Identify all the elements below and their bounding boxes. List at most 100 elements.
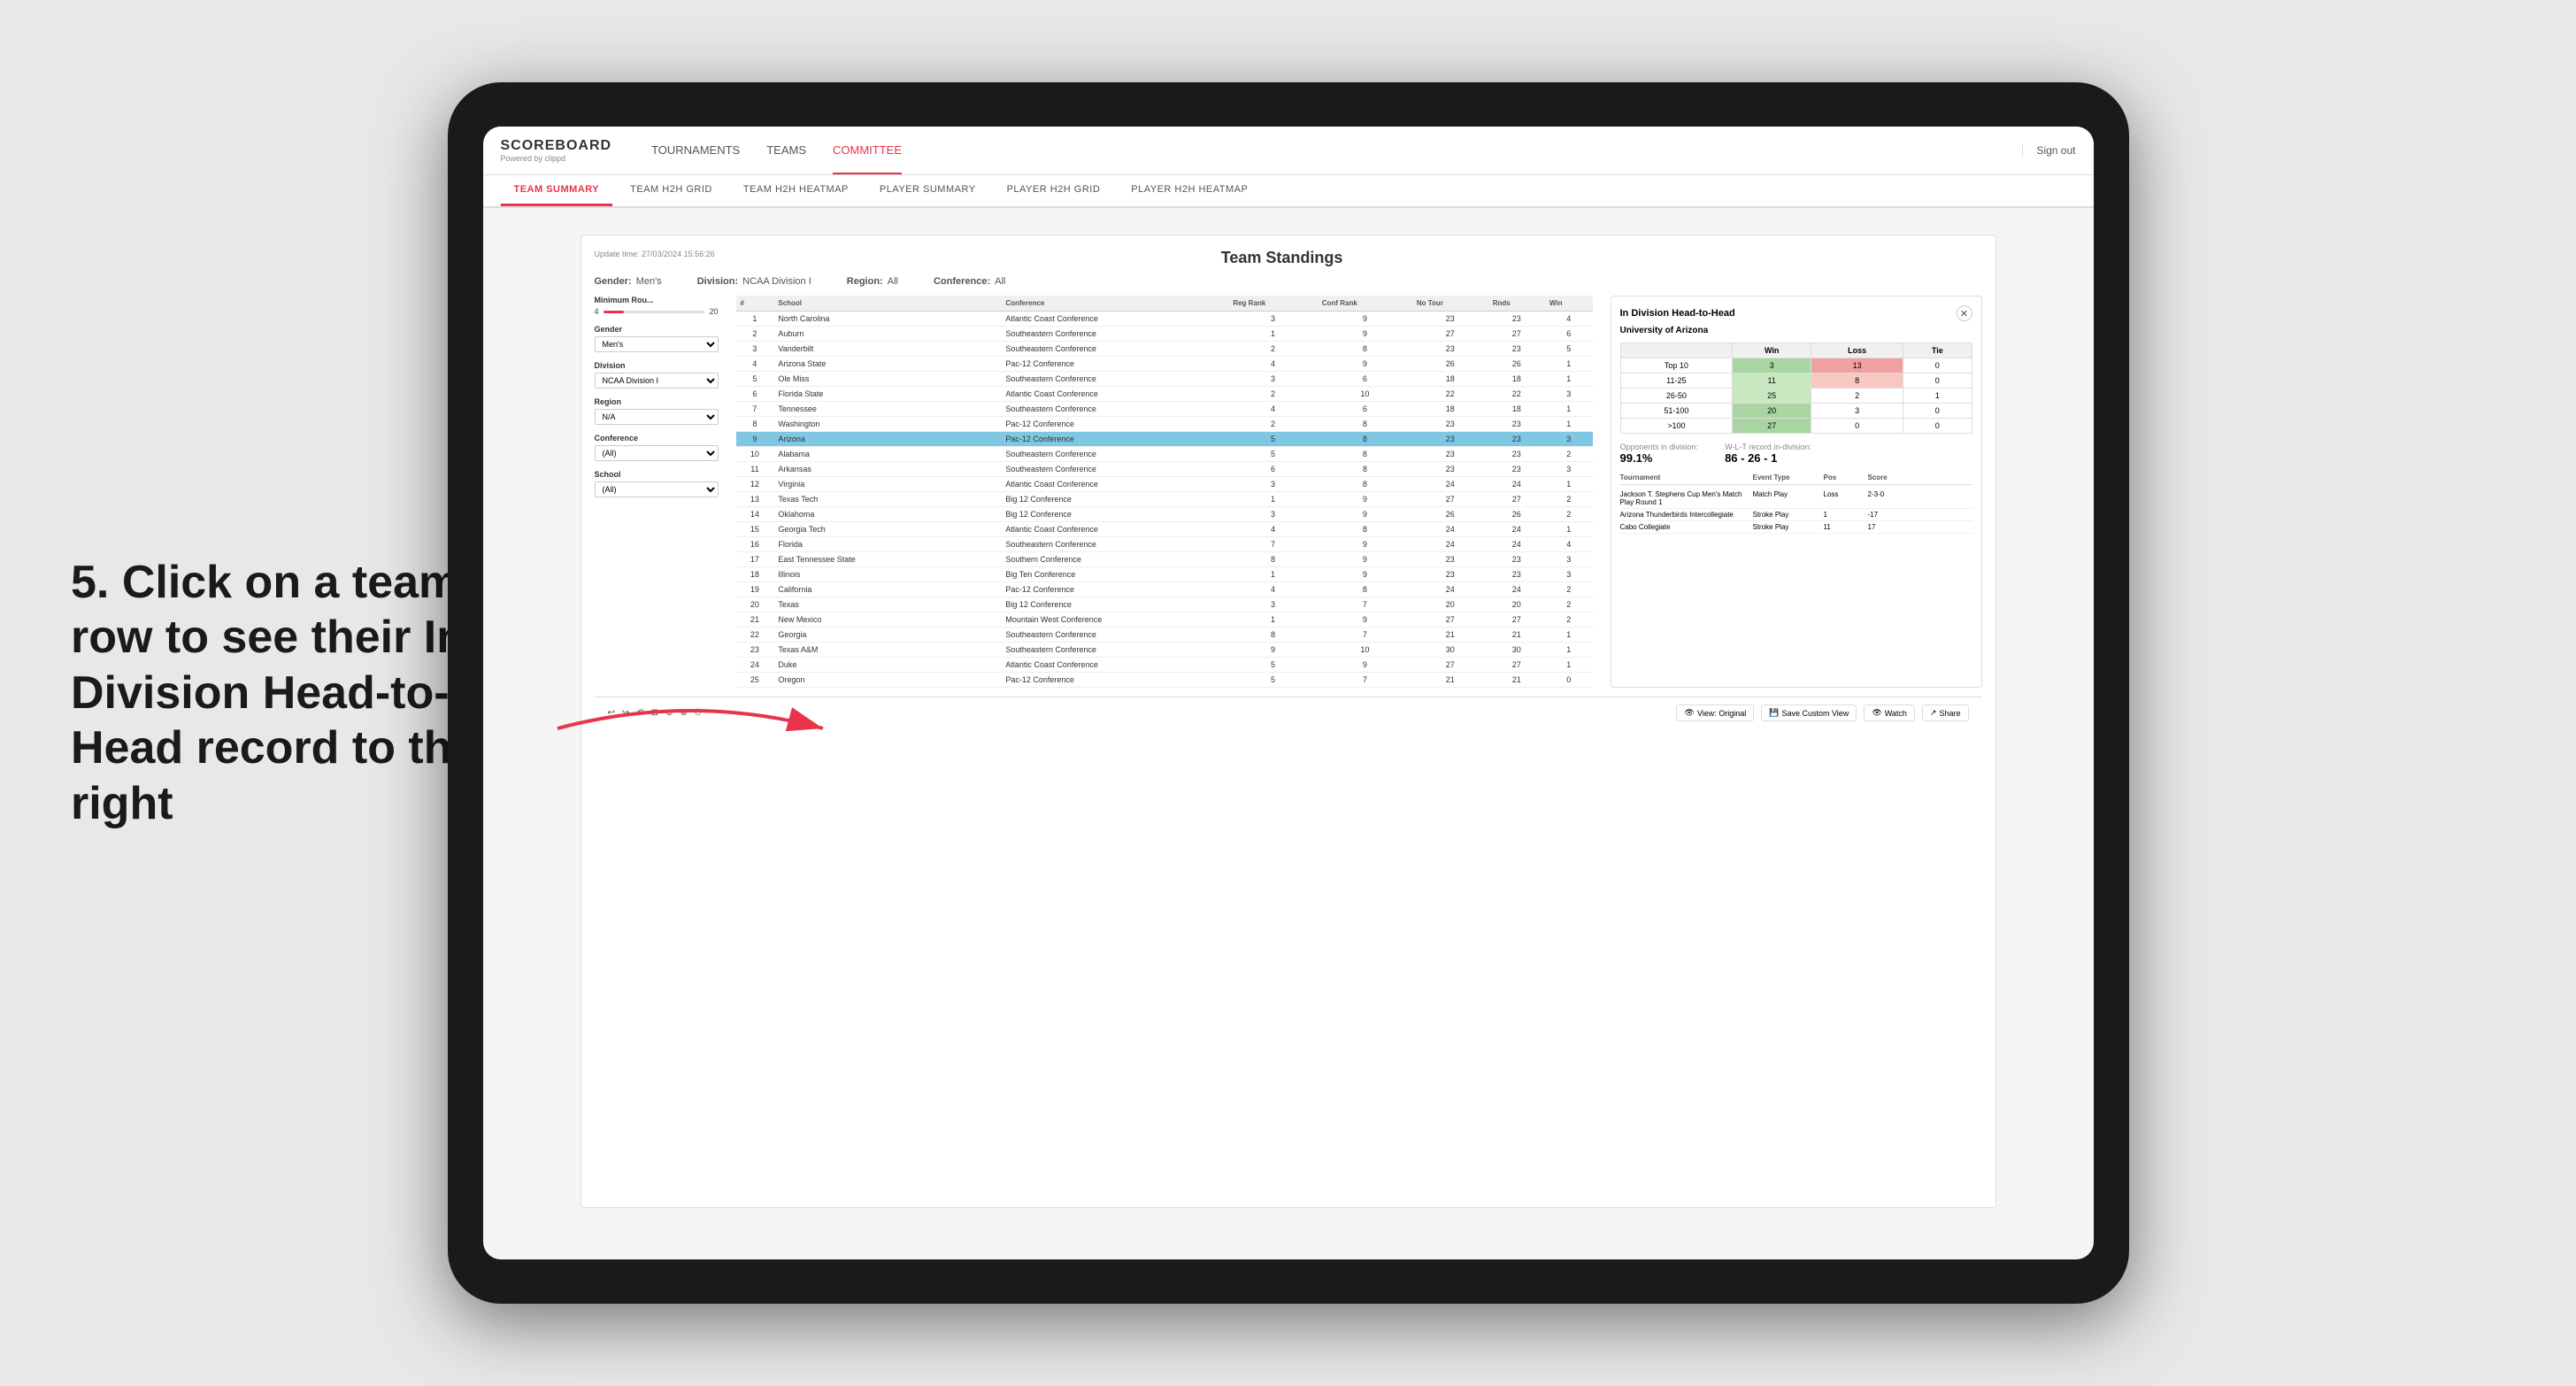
cell-conf-rank: 9 [1318, 612, 1412, 628]
cell-no-tour: 23 [1412, 462, 1488, 477]
sub-nav-team-summary[interactable]: TEAM SUMMARY [501, 175, 613, 206]
h2h-range-top10: Top 10 [1620, 358, 1733, 373]
cell-conf-rank: 10 [1318, 387, 1412, 402]
sub-nav-player-h2h-grid[interactable]: PLAYER H2H GRID [994, 175, 1114, 206]
table-row[interactable]: 11 Arkansas Southeastern Conference 6 8 … [736, 462, 1593, 477]
table-row[interactable]: 14 Oklahoma Big 12 Conference 3 9 26 26 … [736, 507, 1593, 522]
share-button[interactable]: ↗ Share [1922, 705, 1969, 721]
table-row[interactable]: 6 Florida State Atlantic Coast Conferenc… [736, 387, 1593, 402]
cell-conference: Mountain West Conference [1001, 612, 1228, 628]
cell-conference: Big 12 Conference [1001, 507, 1228, 522]
cell-no-tour: 18 [1412, 402, 1488, 417]
toolbar-icon3[interactable]: ⊗ [680, 708, 687, 718]
cell-win: 2 [1545, 492, 1593, 507]
table-row[interactable]: 21 New Mexico Mountain West Conference 1… [736, 612, 1593, 628]
table-row[interactable]: 8 Washington Pac-12 Conference 2 8 23 23… [736, 417, 1593, 432]
view-original-button[interactable]: 👁 View: Original [1676, 705, 1754, 721]
cell-conference: Big 12 Conference [1001, 492, 1228, 507]
sub-nav-team-h2h-grid[interactable]: TEAM H2H GRID [617, 175, 726, 206]
cell-rnds: 21 [1488, 628, 1545, 643]
toolbar-step-back[interactable]: ⟲ [636, 708, 643, 718]
nav-link-teams[interactable]: TEAMS [766, 127, 806, 174]
table-row[interactable]: 25 Oregon Pac-12 Conference 5 7 21 21 0 [736, 673, 1593, 688]
table-row[interactable]: 23 Texas A&M Southeastern Conference 9 1… [736, 643, 1593, 658]
cell-rank: 3 [736, 342, 774, 357]
cell-no-tour: 27 [1412, 658, 1488, 673]
table-row[interactable]: 20 Texas Big 12 Conference 3 7 20 20 2 [736, 597, 1593, 612]
h2h-row-100plus: >100 27 0 0 [1620, 419, 1972, 434]
sub-nav-team-h2h-heatmap[interactable]: TEAM H2H HEATMAP [730, 175, 862, 206]
cell-reg-rank: 1 [1228, 327, 1317, 342]
gender-select[interactable]: Men's [595, 336, 719, 352]
division-select[interactable]: NCAA Division I [595, 373, 719, 389]
cell-rnds: 23 [1488, 312, 1545, 327]
toolbar-redo-left[interactable]: ↪ [622, 708, 629, 718]
cell-conf-rank: 8 [1318, 447, 1412, 462]
cell-reg-rank: 7 [1228, 537, 1317, 552]
cell-conf-rank: 9 [1318, 357, 1412, 372]
sign-out-button[interactable]: Sign out [2022, 144, 2075, 157]
table-row[interactable]: 19 California Pac-12 Conference 4 8 24 2… [736, 582, 1593, 597]
conference-select[interactable]: (All) [595, 445, 719, 461]
table-row[interactable]: 15 Georgia Tech Atlantic Coast Conferenc… [736, 522, 1593, 537]
table-row[interactable]: 4 Arizona State Pac-12 Conference 4 9 26… [736, 357, 1593, 372]
cell-school: Alabama [773, 447, 1001, 462]
h2h-close-button[interactable]: ✕ [1957, 305, 1972, 321]
t1-type: Match Play [1753, 490, 1824, 506]
tournament-row-1: Jackson T. Stephens Cup Men's Match Play… [1620, 489, 1972, 509]
table-row[interactable]: 5 Ole Miss Southeastern Conference 3 6 1… [736, 372, 1593, 387]
sidebar-filters: Minimum Rou... 4 20 Gender [595, 296, 719, 688]
table-row[interactable]: 13 Texas Tech Big 12 Conference 1 9 27 2… [736, 492, 1593, 507]
cell-no-tour: 23 [1412, 342, 1488, 357]
t3-score: 17 [1868, 523, 1912, 531]
table-row[interactable]: 16 Florida Southeastern Conference 7 9 2… [736, 537, 1593, 552]
school-select[interactable]: (All) [595, 481, 719, 497]
cell-rnds: 23 [1488, 342, 1545, 357]
table-row[interactable]: 9 Arizona Pac-12 Conference 5 8 23 23 3 [736, 432, 1593, 447]
cell-no-tour: 30 [1412, 643, 1488, 658]
cell-win: 2 [1545, 447, 1593, 462]
logo-area: SCOREBOARD Powered by clippd [501, 138, 612, 163]
logo-title: SCOREBOARD [501, 138, 612, 154]
cell-school: Vanderbilt [773, 342, 1001, 357]
cell-reg-rank: 4 [1228, 402, 1317, 417]
min-rounds-slider[interactable]: 4 20 [595, 307, 719, 316]
toolbar-clock[interactable]: ⏱ [695, 708, 702, 718]
cell-rnds: 23 [1488, 432, 1545, 447]
cell-no-tour: 23 [1412, 567, 1488, 582]
table-row[interactable]: 3 Vanderbilt Southeastern Conference 2 8… [736, 342, 1593, 357]
cell-conf-rank: 8 [1318, 417, 1412, 432]
standings-table: # School Conference Reg Rank Conf Rank N… [736, 296, 1593, 688]
table-row[interactable]: 17 East Tennessee State Southern Confere… [736, 552, 1593, 567]
cell-win: 1 [1545, 522, 1593, 537]
cell-rank: 8 [736, 417, 774, 432]
toolbar-icon2[interactable]: ⊕ [665, 708, 673, 718]
table-row[interactable]: 18 Illinois Big Ten Conference 1 9 23 23… [736, 567, 1593, 582]
sub-nav-player-summary[interactable]: PLAYER SUMMARY [866, 175, 989, 206]
toolbar-undo[interactable]: ↩ [608, 708, 615, 718]
region-select[interactable]: N/A [595, 409, 719, 425]
record-stat: W-L-T record in-division: 86 - 26 - 1 [1725, 443, 1811, 465]
watch-button[interactable]: 👁 Watch [1864, 705, 1915, 721]
save-custom-view-button[interactable]: 💾 Save Custom View [1761, 705, 1857, 721]
cell-no-tour: 23 [1412, 447, 1488, 462]
cell-win: 1 [1545, 372, 1593, 387]
cell-school: Georgia Tech [773, 522, 1001, 537]
table-row[interactable]: 12 Virginia Atlantic Coast Conference 3 … [736, 477, 1593, 492]
table-row[interactable]: 10 Alabama Southeastern Conference 5 8 2… [736, 447, 1593, 462]
cell-school: New Mexico [773, 612, 1001, 628]
nav-link-tournaments[interactable]: TOURNAMENTS [651, 127, 740, 174]
min-rounds-filter: Minimum Rou... 4 20 [595, 296, 719, 316]
toolbar-icon1[interactable]: ⊡ [651, 708, 658, 718]
slider-fill [604, 311, 624, 313]
table-row[interactable]: 2 Auburn Southeastern Conference 1 9 27 … [736, 327, 1593, 342]
slider-track [604, 311, 705, 313]
table-row[interactable]: 22 Georgia Southeastern Conference 8 7 2… [736, 628, 1593, 643]
table-row[interactable]: 24 Duke Atlantic Coast Conference 5 9 27… [736, 658, 1593, 673]
h2h-row-top10: Top 10 3 13 0 [1620, 358, 1972, 373]
conference-label: Conference: [934, 276, 990, 287]
sub-nav-player-h2h-heatmap[interactable]: PLAYER H2H HEATMAP [1118, 175, 1261, 206]
nav-link-committee[interactable]: COMMITTEE [833, 127, 902, 174]
table-row[interactable]: 1 North Carolina Atlantic Coast Conferen… [736, 312, 1593, 327]
table-row[interactable]: 7 Tennessee Southeastern Conference 4 6 … [736, 402, 1593, 417]
